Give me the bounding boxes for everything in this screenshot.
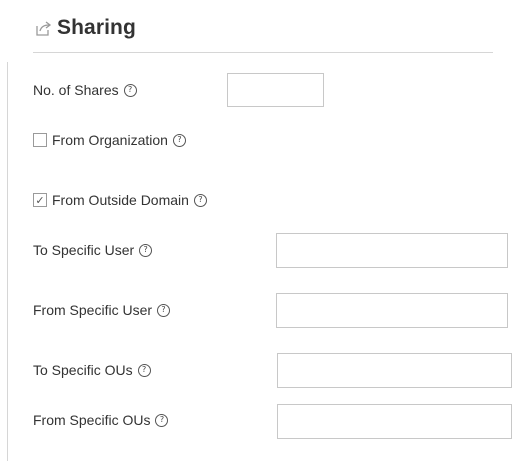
- from-outside-domain-row: ✓ From Outside Domain ?: [33, 192, 207, 208]
- from-organization-row: From Organization ?: [33, 132, 186, 148]
- to-specific-user-input[interactable]: [276, 233, 508, 268]
- help-icon[interactable]: ?: [172, 133, 186, 147]
- share-icon: [33, 18, 53, 38]
- from-specific-ous-input[interactable]: [277, 404, 512, 439]
- checkmark-icon: ✓: [35, 193, 45, 207]
- help-icon[interactable]: ?: [155, 413, 169, 427]
- section-header: Sharing: [33, 14, 136, 42]
- from-outside-domain-label[interactable]: From Outside Domain: [52, 192, 189, 208]
- help-icon[interactable]: ?: [139, 243, 153, 257]
- help-icon[interactable]: ?: [157, 303, 171, 317]
- to-specific-user-row: To Specific User ?: [33, 242, 153, 258]
- section-title: Sharing: [57, 16, 136, 39]
- from-specific-user-input[interactable]: [276, 293, 508, 328]
- left-border: [7, 62, 8, 461]
- header-divider: [33, 52, 493, 53]
- help-icon[interactable]: ?: [193, 193, 207, 207]
- to-specific-ous-label: To Specific OUs: [33, 362, 133, 378]
- from-organization-label[interactable]: From Organization: [52, 132, 168, 148]
- from-organization-checkbox[interactable]: [33, 133, 47, 147]
- to-specific-user-label: To Specific User: [33, 242, 135, 258]
- to-specific-ous-row: To Specific OUs ?: [33, 362, 151, 378]
- no-of-shares-label: No. of Shares: [33, 82, 119, 98]
- no-of-shares-input[interactable]: [227, 73, 324, 107]
- no-of-shares-row: No. of Shares ?: [33, 82, 137, 98]
- from-specific-ous-label: From Specific OUs: [33, 412, 151, 428]
- from-specific-user-label: From Specific User: [33, 302, 153, 318]
- to-specific-ous-input[interactable]: [277, 353, 512, 388]
- from-outside-domain-checkbox[interactable]: ✓: [33, 193, 47, 207]
- from-specific-ous-row: From Specific OUs ?: [33, 412, 169, 428]
- help-icon[interactable]: ?: [137, 363, 151, 377]
- help-icon[interactable]: ?: [123, 83, 137, 97]
- from-specific-user-row: From Specific User ?: [33, 302, 171, 318]
